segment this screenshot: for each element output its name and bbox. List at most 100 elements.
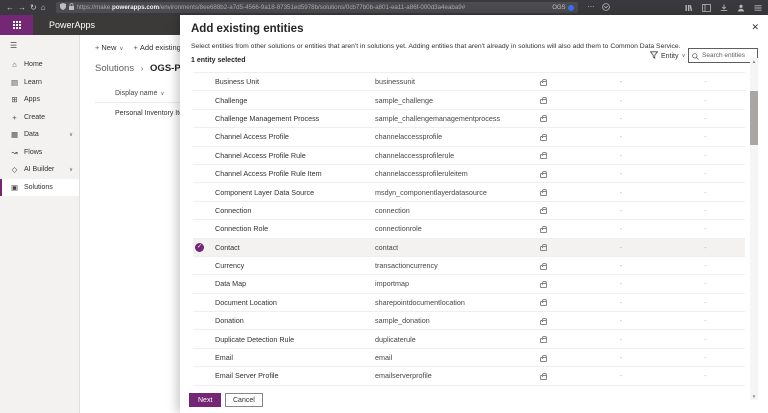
lock-icon xyxy=(540,188,548,197)
managed-value: - xyxy=(619,334,623,344)
entity-row-6[interactable]: ✓ Component Layer Data Source msdyn_comp… xyxy=(193,183,745,202)
entity-row-10[interactable]: ✓ Currency transactioncurrency - - xyxy=(193,257,745,276)
refresh-icon[interactable]: ↻ xyxy=(30,0,37,15)
entity-row-0[interactable]: ✓ Business Unit businessunit - - xyxy=(193,73,745,92)
sidebar-item-label: Create xyxy=(24,113,46,121)
page-actions-icon[interactable]: ⋯ xyxy=(588,3,595,13)
screen: ← → ↻ ⌂ https://make.powerapps.com/envir… xyxy=(0,0,768,413)
scrollbar[interactable]: ▲ ▼ xyxy=(750,58,758,400)
create-icon: + xyxy=(12,112,17,122)
tracking-shield-icon[interactable] xyxy=(59,3,66,12)
pocket-icon[interactable] xyxy=(601,2,610,13)
account-icon[interactable] xyxy=(737,4,745,12)
entity-row-14[interactable]: ✓ Duplicate Detection Rule duplicaterule… xyxy=(193,330,745,349)
entity-row-2[interactable]: ✓ Challenge Management Process sample_ch… xyxy=(193,110,745,129)
menu-icon[interactable] xyxy=(754,4,762,12)
scroll-down-icon[interactable]: ▼ xyxy=(750,393,758,400)
sidebar-item-ai-builder[interactable]: ◇ AI Builder ∨ xyxy=(0,161,79,179)
entity-row-17[interactable]: ✓ Email Template template - - xyxy=(193,386,745,388)
scrollbar-thumb[interactable] xyxy=(750,91,758,145)
sidebar-item-data[interactable]: ▦ Data ∨ xyxy=(0,126,79,144)
url-bar[interactable]: https://make.powerapps.com/environments/… xyxy=(55,2,578,13)
sidebar-item-solutions[interactable]: ▣ Solutions ∨ xyxy=(0,178,79,196)
lock-icon xyxy=(540,225,548,233)
managed-value: - xyxy=(619,187,623,197)
customizable-value: - xyxy=(704,205,707,215)
solutions-icon: ▣ xyxy=(10,182,19,192)
back-icon[interactable]: ← xyxy=(6,0,14,15)
sidebar-collapse-icon[interactable]: ☰ xyxy=(10,41,79,50)
entity-display-name: Data Map xyxy=(215,279,247,289)
next-button[interactable]: Next xyxy=(189,393,222,407)
browser-home-icon[interactable]: ⌂ xyxy=(41,0,46,15)
entity-row-3[interactable]: ✓ Channel Access Profile channelaccesspr… xyxy=(193,128,745,147)
cancel-button[interactable]: Cancel xyxy=(225,393,263,407)
sidebars-icon[interactable] xyxy=(702,3,711,12)
url-text[interactable]: https://make.powerapps.com/environments/… xyxy=(77,4,550,11)
managed-value: - xyxy=(619,113,623,123)
entity-display-name: Component Layer Data Source xyxy=(215,187,315,197)
search-box[interactable] xyxy=(688,48,758,63)
lock-icon xyxy=(540,170,548,178)
lock-icon xyxy=(540,317,548,325)
padlock-icon[interactable] xyxy=(68,3,74,12)
entity-display-name: Business Unit xyxy=(215,77,259,87)
sidebar-item-apps[interactable]: ⊞ Apps ∨ xyxy=(0,91,79,109)
entity-display-name: Document Location xyxy=(215,297,277,307)
customizable-value: - xyxy=(704,242,707,252)
dialog-title: Add existing entities xyxy=(191,23,304,35)
lock-icon xyxy=(540,372,548,380)
managed-value: - xyxy=(619,132,623,142)
entity-logical-name: emailserverprofile xyxy=(375,371,432,381)
entity-filter-dropdown[interactable]: Entity ∨ xyxy=(649,51,686,61)
scroll-up-icon[interactable]: ▲ xyxy=(750,58,758,65)
filter-funnel-icon xyxy=(649,51,659,61)
entity-row-13[interactable]: ✓ Donation sample_donation - - xyxy=(193,312,745,331)
managed-value: - xyxy=(619,169,623,179)
lock-icon xyxy=(540,298,548,307)
new-button[interactable]: + New ∨ xyxy=(95,43,131,52)
entity-display-name: Channel Access Profile Rule xyxy=(215,150,306,160)
downloads-icon[interactable] xyxy=(720,4,728,12)
url-badge[interactable]: OGS xyxy=(552,4,574,11)
entity-row-15[interactable]: ✓ Email email - - xyxy=(193,349,745,368)
entity-row-5[interactable]: ✓ Channel Access Profile Rule Item chann… xyxy=(193,165,745,184)
customizable-value: - xyxy=(704,297,707,307)
entity-logical-name: connection xyxy=(375,205,410,215)
entity-row-9[interactable]: ✓ Contact contact - - xyxy=(193,238,745,257)
breadcrumb-solutions-link[interactable]: Solutions xyxy=(95,63,134,74)
app-launcher-waffle-icon[interactable] xyxy=(0,15,33,35)
sidebar-item-label: Home xyxy=(24,61,43,69)
add-existing-button[interactable]: + Add existing xyxy=(134,43,181,52)
lock-icon xyxy=(540,354,548,362)
library-icon[interactable] xyxy=(685,4,693,12)
home-icon: ⌂ xyxy=(12,60,17,70)
entity-logical-name: email xyxy=(375,353,393,363)
sidebar-item-learn[interactable]: ▤ Learn ∨ xyxy=(0,74,79,92)
dialog-subtitle: Select entities from other solutions or … xyxy=(191,43,681,50)
chevron-down-icon: ∨ xyxy=(119,46,124,52)
managed-value: - xyxy=(619,261,623,271)
close-icon[interactable]: ✕ xyxy=(751,22,759,33)
entity-row-8[interactable]: ✓ Connection Role connectionrole - - xyxy=(193,220,745,239)
search-input[interactable] xyxy=(702,52,754,59)
display-name-column-header[interactable]: Display name ∨ xyxy=(115,90,181,97)
chevron-down-icon: ∨ xyxy=(68,166,73,173)
entity-display-name: Channel Access Profile Rule Item xyxy=(215,169,322,179)
sidebar-item-label: Solutions xyxy=(24,183,53,191)
sidebar-item-flows[interactable]: ↝ Flows ∨ xyxy=(0,144,79,162)
lock-icon xyxy=(540,151,548,160)
data-icon: ▦ xyxy=(10,130,19,140)
entity-row-12[interactable]: ✓ Document Location sharepointdocumentlo… xyxy=(193,294,745,313)
entity-row-11[interactable]: ✓ Data Map importmap - - xyxy=(193,275,745,294)
entity-row-16[interactable]: ✓ Email Server Profile emailserverprofil… xyxy=(193,367,745,386)
entity-row-4[interactable]: ✓ Channel Access Profile Rule channelacc… xyxy=(193,147,745,165)
entity-row-1[interactable]: ✓ Challenge sample_challenge - - xyxy=(193,91,745,110)
forward-icon[interactable]: → xyxy=(18,0,26,15)
sidebar: ☰ ⌂ Home ∨ ▤ Learn ∨ ⊞ Apps ∨ + Create ∨… xyxy=(0,35,80,413)
sidebar-item-create[interactable]: + Create ∨ xyxy=(0,109,79,127)
entity-row-7[interactable]: ✓ Connection connection - - xyxy=(193,202,745,221)
entity-display-name: Email Server Profile xyxy=(215,371,279,381)
sidebar-item-home[interactable]: ⌂ Home ∨ xyxy=(0,56,79,74)
page-table-row[interactable]: Personal Inventory Ite xyxy=(115,110,181,117)
